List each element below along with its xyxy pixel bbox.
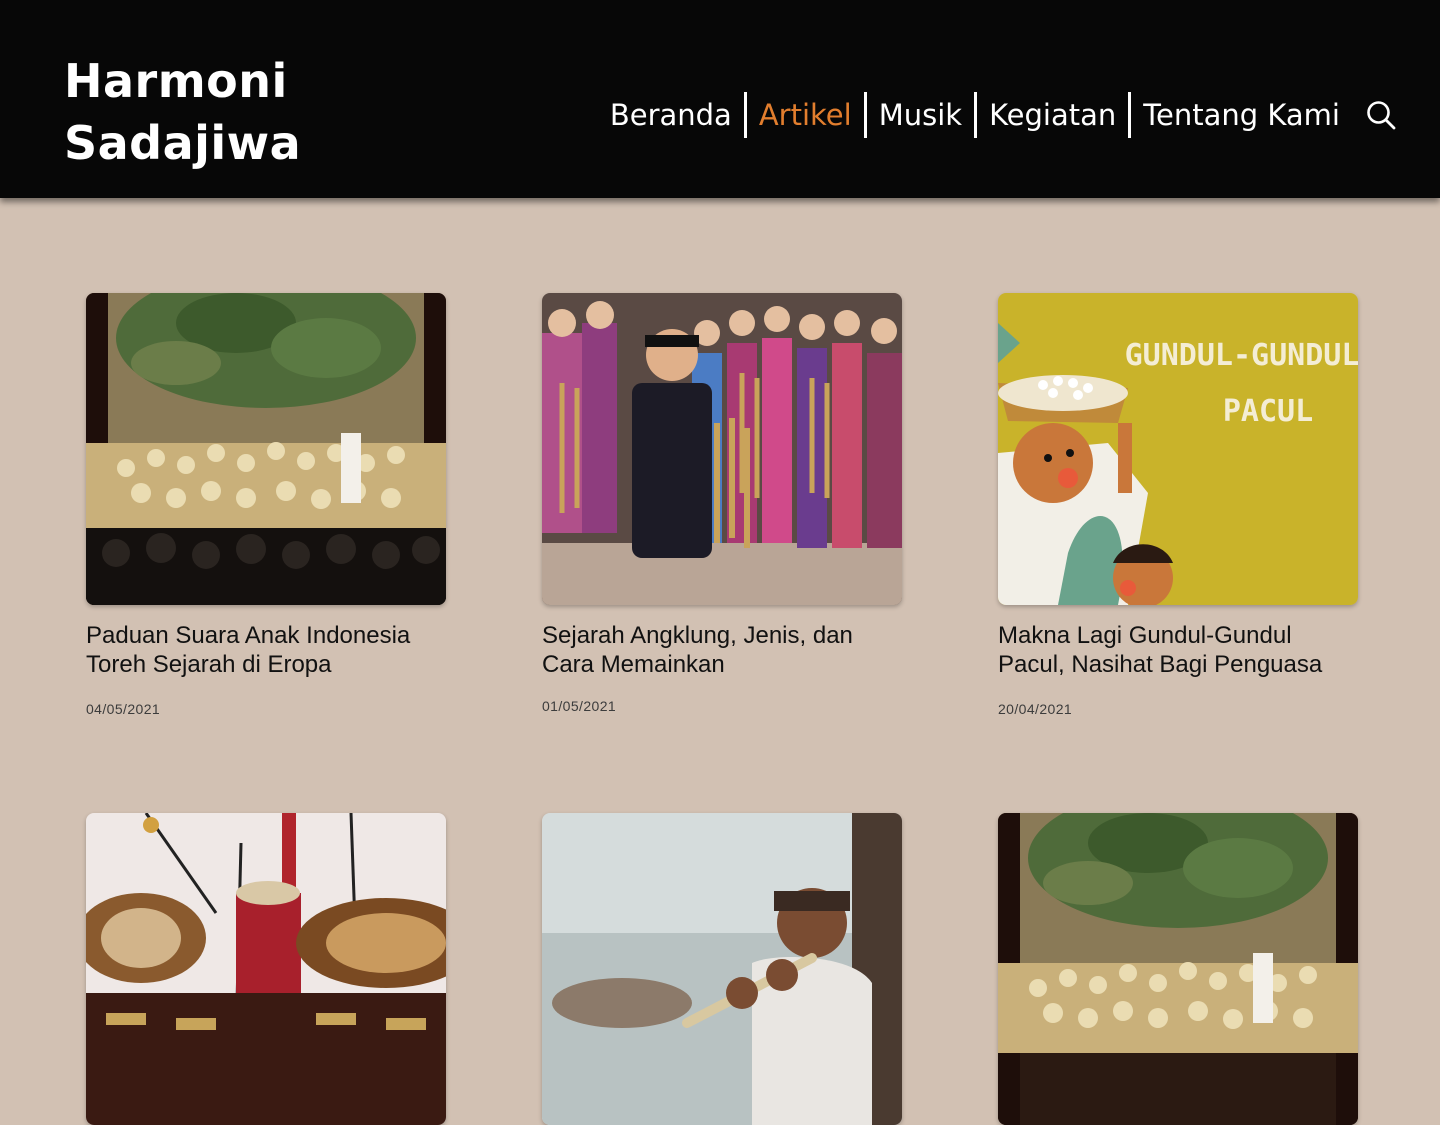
nav-item-kegiatan[interactable]: Kegiatan [977, 92, 1128, 138]
article-thumbnail[interactable]: GUNDUL-GUNDUL PACUL [998, 293, 1358, 605]
article-title[interactable]: Paduan Suara Anak Indonesia Toreh Sejara… [86, 621, 446, 679]
main-nav: Beranda Artikel Musik Kegiatan Tentang K… [598, 92, 1396, 138]
article-card[interactable] [86, 813, 446, 1125]
article-thumbnail[interactable] [86, 813, 446, 1125]
search-icon[interactable] [1366, 100, 1396, 130]
nav-item-beranda[interactable]: Beranda [598, 92, 744, 138]
nav-item-musik[interactable]: Musik [867, 92, 974, 138]
article-date: 04/05/2021 [86, 701, 161, 717]
illustration-title-line2: PACUL [1223, 394, 1313, 429]
article-thumbnail[interactable] [86, 293, 446, 605]
article-card[interactable]: Sejarah Angklung, Jenis, dan Cara Memain… [542, 293, 902, 714]
article-title[interactable]: Sejarah Angklung, Jenis, dan Cara Memain… [542, 621, 902, 679]
nav-item-artikel[interactable]: Artikel [747, 92, 864, 138]
logo-line-2: Sadajiwa [64, 116, 302, 170]
article-date: 01/05/2021 [542, 698, 617, 714]
article-card[interactable] [998, 813, 1358, 1125]
article-title[interactable]: Makna Lagi Gundul-Gundul Pacul, Nasihat … [998, 621, 1358, 679]
logo-line-1: Harmoni [64, 54, 288, 108]
site-logo[interactable]: Harmoni Sadajiwa [64, 50, 301, 174]
article-card[interactable]: Paduan Suara Anak Indonesia Toreh Sejara… [86, 293, 446, 717]
article-date: 20/04/2021 [998, 701, 1073, 717]
nav-item-tentang-kami[interactable]: Tentang Kami [1131, 92, 1352, 138]
article-card[interactable]: GUNDUL-GUNDUL PACUL Makna Lagi Gundul-Gu… [998, 293, 1358, 717]
article-thumbnail[interactable] [998, 813, 1358, 1125]
site-header: Harmoni Sadajiwa Beranda Artikel Musik K… [0, 0, 1440, 198]
article-thumbnail[interactable] [542, 813, 902, 1125]
article-card[interactable] [542, 813, 902, 1125]
illustration-title-line1: GUNDUL-GUNDUL [1125, 338, 1358, 373]
article-thumbnail[interactable] [542, 293, 902, 605]
